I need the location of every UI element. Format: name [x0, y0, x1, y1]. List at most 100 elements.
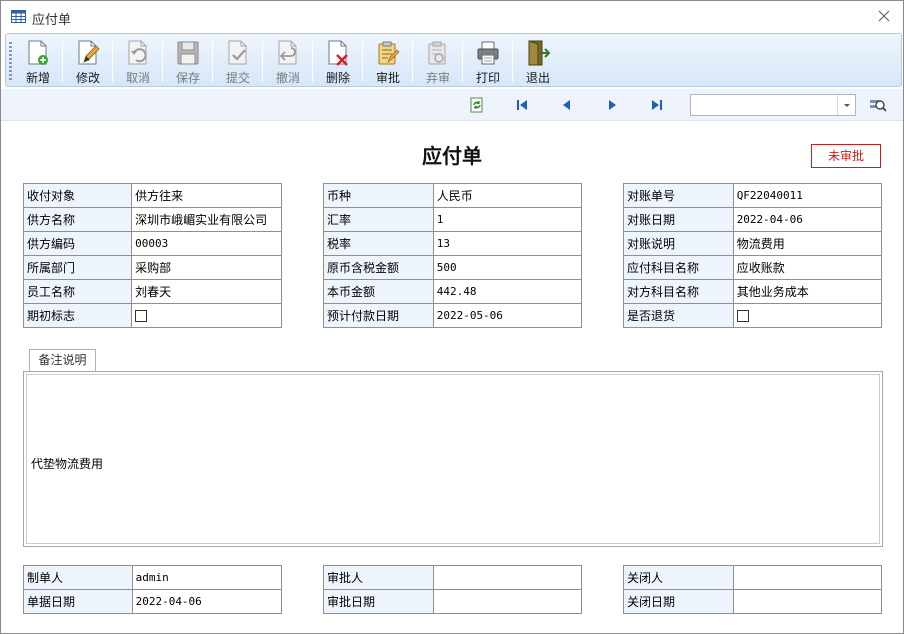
field-row-original-amount: 原币含税金额 500 — [323, 255, 583, 280]
original-amount-field[interactable]: 500 — [432, 255, 583, 280]
field-label: 供方编码 — [22, 231, 133, 256]
field-label: 汇率 — [323, 207, 434, 232]
revoke-icon — [278, 40, 297, 65]
expected-pay-date-field[interactable]: 2022-05-06 — [432, 303, 583, 328]
field-row-approval-date: 审批日期 — [323, 589, 583, 614]
payee-type-field[interactable]: 供方往来 — [131, 183, 282, 208]
statement-no-field[interactable]: QF22040011 — [732, 183, 883, 208]
refresh-icon[interactable] — [469, 97, 485, 113]
field-label: 对账日期 — [623, 207, 734, 232]
field-row-supplier-name: 供方名称 深圳市峨嵋实业有限公司 — [22, 207, 282, 232]
last-record-icon[interactable] — [649, 97, 665, 113]
form-group-right: 对账单号 QF22040011 对账日期 2022-04-06 对账说明 物流费用 应… — [623, 183, 883, 328]
revoke-button[interactable]: 撤消 — [264, 36, 312, 86]
field-label: 收付对象 — [22, 183, 133, 208]
window-title: 应付单 — [32, 13, 72, 28]
field-row-closer: 关闭人 — [623, 565, 883, 590]
edit-button[interactable]: 修改 — [64, 36, 112, 86]
title-bar: 应付单 — [1, 1, 903, 33]
creator-field[interactable]: admin — [131, 565, 283, 590]
submit-icon — [228, 40, 247, 65]
field-row-counter-account: 对方科目名称 其他业务成本 — [623, 279, 883, 304]
edit-doc-icon — [78, 40, 100, 65]
department-field[interactable]: 采购部 — [131, 255, 282, 280]
chevron-down-icon[interactable] — [837, 95, 855, 115]
new-button[interactable]: 新增 — [14, 36, 62, 86]
print-button[interactable]: 打印 — [464, 36, 512, 86]
field-row-creator: 制单人 admin — [23, 565, 283, 590]
field-label: 期初标志 — [22, 303, 133, 328]
field-row-department: 所属部门 采购部 — [22, 255, 282, 280]
document-date-field[interactable]: 2022-04-06 — [131, 589, 283, 614]
remarks-panel[interactable]: 代垫物流费用 — [23, 371, 883, 547]
field-row-close-date: 关闭日期 — [623, 589, 883, 614]
close-date-field[interactable] — [732, 589, 883, 614]
previous-record-icon[interactable] — [559, 97, 575, 113]
currency-field[interactable]: 人民币 — [432, 183, 583, 208]
remarks-textarea[interactable]: 代垫物流费用 — [26, 374, 880, 544]
unapprove-button[interactable]: 弃审 — [414, 36, 462, 86]
field-label: 对账说明 — [623, 231, 734, 256]
exit-icon — [528, 40, 550, 66]
save-icon — [177, 41, 199, 65]
field-label: 是否退货 — [623, 303, 734, 328]
field-row-tax-rate: 税率 13 — [323, 231, 583, 256]
field-label: 原币含税金额 — [323, 255, 434, 280]
field-label: 关闭日期 — [623, 589, 734, 614]
closer-field[interactable] — [732, 565, 883, 590]
close-icon[interactable] — [875, 7, 893, 25]
tab-remarks[interactable]: 备注说明 — [29, 349, 96, 372]
approval-status-badge: 未审批 — [811, 144, 881, 168]
counter-account-field[interactable]: 其他业务成本 — [732, 279, 883, 304]
field-row-statement-date: 对账日期 2022-04-06 — [623, 207, 883, 232]
delete-button[interactable]: 删除 — [314, 36, 362, 86]
record-search-combo[interactable] — [690, 94, 856, 116]
field-row-payable-account: 应付科目名称 应收账款 — [623, 255, 883, 280]
next-record-icon[interactable] — [604, 97, 620, 113]
delete-icon — [328, 40, 348, 66]
first-record-icon[interactable] — [514, 97, 530, 113]
field-label: 预计付款日期 — [323, 303, 434, 328]
cancel-button[interactable]: 取消 — [114, 36, 162, 86]
approver-field[interactable] — [432, 565, 583, 590]
print-icon — [477, 41, 499, 65]
approve-icon — [378, 41, 400, 65]
tax-rate-field[interactable]: 13 — [432, 231, 583, 256]
approval-date-field[interactable] — [432, 589, 583, 614]
local-amount-field[interactable]: 442.48 — [432, 279, 583, 304]
footer-group-middle: 审批人 审批日期 — [323, 565, 583, 614]
field-row-exchange-rate: 汇率 1 — [323, 207, 583, 232]
remarks-text: 代垫物流费用 — [31, 457, 104, 471]
new-doc-icon — [28, 40, 48, 65]
search-icon[interactable] — [869, 97, 887, 113]
document-title: 应付单 — [422, 144, 482, 168]
statement-note-field[interactable]: 物流费用 — [732, 231, 883, 256]
field-row-supplier-code: 供方编码 00003 — [22, 231, 282, 256]
supplier-code-field[interactable]: 00003 — [131, 231, 282, 256]
supplier-name-field[interactable]: 深圳市峨嵋实业有限公司 — [131, 207, 282, 232]
submit-button[interactable]: 提交 — [214, 36, 262, 86]
field-label: 本币金额 — [323, 279, 434, 304]
statement-date-field[interactable]: 2022-04-06 — [732, 207, 883, 232]
save-button[interactable]: 保存 — [164, 36, 212, 86]
employee-field[interactable]: 刘春天 — [131, 279, 282, 304]
form-group-middle: 币种 人民币 汇率 1 税率 13 原币含税金额 500 本币金额 442.48 预计付款… — [323, 183, 583, 328]
window: 应付单 新增 修改 取消 保存 提交 撤消 删除 审批 弃审 打印 退出 应付单… — [0, 0, 904, 634]
payable-account-field[interactable]: 应收账款 — [732, 255, 883, 280]
form-group-left: 收付对象 供方往来 供方名称 深圳市峨嵋实业有限公司 供方编码 00003 所属部门采… — [22, 183, 282, 328]
toolbar: 新增 修改 取消 保存 提交 撤消 删除 审批 弃审 打印 退出 — [5, 33, 902, 87]
unapprove-icon — [428, 41, 446, 65]
toolbar-grip[interactable] — [9, 42, 12, 80]
field-label: 单据日期 — [23, 589, 133, 614]
field-row-expected-pay-date: 预计付款日期 2022-05-06 — [323, 303, 583, 328]
exchange-rate-field[interactable]: 1 — [432, 207, 583, 232]
approve-button[interactable]: 审批 — [364, 36, 412, 86]
is-return-checkbox[interactable] — [736, 310, 749, 322]
field-label: 税率 — [323, 231, 434, 256]
field-row-employee: 员工名称 刘春天 — [22, 279, 282, 304]
field-label: 供方名称 — [22, 207, 133, 232]
field-label: 员工名称 — [22, 279, 133, 304]
opening-flag-checkbox[interactable] — [135, 310, 148, 322]
exit-button[interactable]: 退出 — [514, 36, 562, 86]
field-label: 应付科目名称 — [623, 255, 734, 280]
